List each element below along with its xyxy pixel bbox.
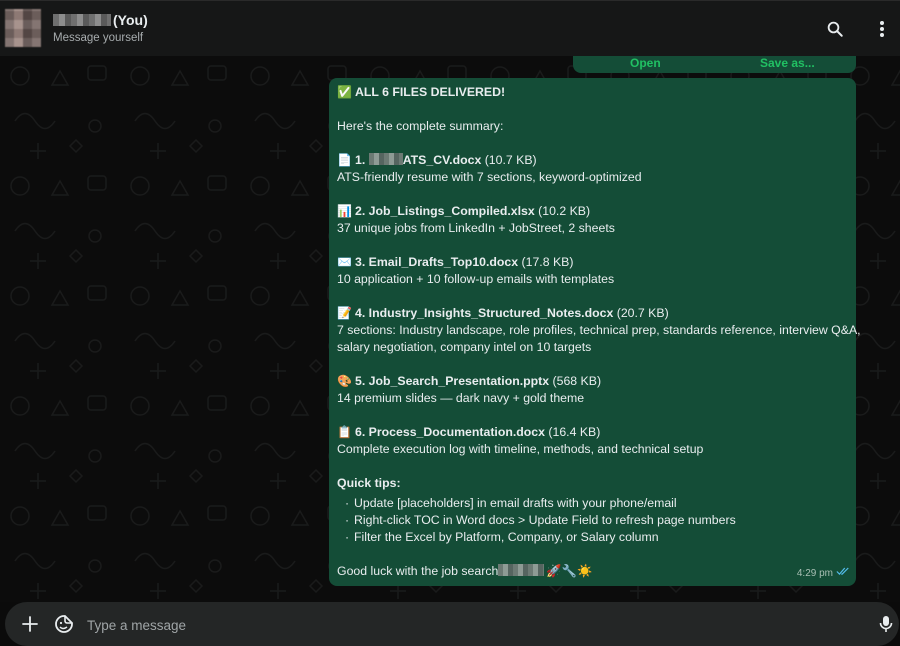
microphone-icon[interactable]	[875, 613, 897, 635]
file-entry-6: 📋 6. Process_Documentation.docx (16.4 KB)	[337, 425, 601, 439]
chat-title-area[interactable]: (You) Message yourself	[53, 11, 148, 44]
save-as-button[interactable]: Save as...	[760, 56, 815, 72]
redacted-name	[53, 14, 111, 26]
double-check-read-icon	[836, 565, 850, 582]
redacted-text	[368, 153, 403, 165]
document-emoji-icon: 📄	[337, 153, 352, 167]
file-desc-2: 37 unique jobs from LinkedIn + JobStreet…	[337, 221, 615, 235]
envelope-emoji-icon: ✉️	[337, 255, 352, 269]
file-entry-2: 📊 2. Job_Listings_Compiled.xlsx (10.2 KB)	[337, 204, 591, 218]
tip-item: · Update [placeholders] in email drafts w…	[345, 496, 677, 510]
file-entry-4: 📝 4. Industry_Insights_Structured_Notes.d…	[337, 306, 669, 320]
open-button[interactable]: Open	[630, 56, 661, 72]
search-icon[interactable]	[824, 18, 846, 40]
message-bubble[interactable]: ✅ ALL 6 FILES DELIVERED! Here's the compl…	[329, 78, 861, 586]
composer-box	[5, 602, 899, 646]
avatar[interactable]	[5, 9, 41, 47]
bullet-icon: ·	[345, 513, 350, 527]
message-meta: 4:29 pm	[797, 565, 850, 582]
file-desc-1: ATS-friendly resume with 7 sections, key…	[337, 170, 642, 184]
chat-area: Open Save as... ✅ ALL 6 FILES DELIVERED! …	[0, 56, 900, 602]
tips-heading: Quick tips:	[337, 476, 401, 490]
sticker-icon[interactable]	[53, 613, 75, 635]
message-time: 4:29 pm	[796, 568, 833, 579]
chat-subtitle: Message yourself	[53, 32, 144, 44]
plus-icon[interactable]	[19, 613, 41, 635]
closing-emojis: 🚀🔧☀️	[546, 564, 593, 578]
message-heading: ✅ ALL 6 FILES DELIVERED!	[337, 85, 506, 99]
file-desc-4b: salary negotiation, company intel on 10 …	[337, 340, 592, 354]
tip-item: · Filter the Excel by Platform, Company, …	[345, 530, 659, 544]
redacted-text	[498, 564, 545, 576]
closing-line: Good luck with the job search 🚀🔧☀️	[337, 564, 593, 578]
composer	[0, 602, 900, 646]
kebab-menu-icon[interactable]	[871, 18, 893, 40]
palette-emoji-icon: 🎨	[337, 374, 352, 388]
chat-title: (You)	[113, 12, 148, 28]
file-desc-6: Complete execution log with timeline, me…	[337, 442, 704, 456]
file-entry-3: ✉️ 3. Email_Drafts_Top10.docx (17.8 KB)	[337, 255, 574, 269]
file-entry-5: 🎨 5. Job_Search_Presentation.pptx (568 KB…	[337, 374, 602, 388]
bar-chart-emoji-icon: 📊	[337, 204, 352, 218]
bullet-icon: ·	[345, 530, 350, 544]
file-desc-4: 7 sections: Industry landscape, role pro…	[337, 323, 861, 337]
message-intro: Here's the complete summary:	[337, 119, 504, 133]
check-mark-emoji-icon: ✅	[337, 85, 352, 99]
message-input[interactable]	[85, 612, 849, 638]
memo-emoji-icon: 📝	[337, 306, 352, 320]
chat-header: (You) Message yourself	[0, 0, 900, 56]
clipboard-emoji-icon: 📋	[337, 425, 352, 439]
file-desc-5: 14 premium slides — dark navy + gold the…	[337, 391, 585, 405]
previous-message-actions: Open Save as...	[573, 56, 856, 73]
file-entry-1: 📄 1. ATS_CV.docx (10.7 KB)	[337, 153, 537, 167]
tip-item: · Right-click TOC in Word docs > Update F…	[345, 513, 736, 527]
file-desc-3: 10 application + 10 follow-up emails wit…	[337, 272, 615, 286]
bullet-icon: ·	[345, 496, 350, 510]
